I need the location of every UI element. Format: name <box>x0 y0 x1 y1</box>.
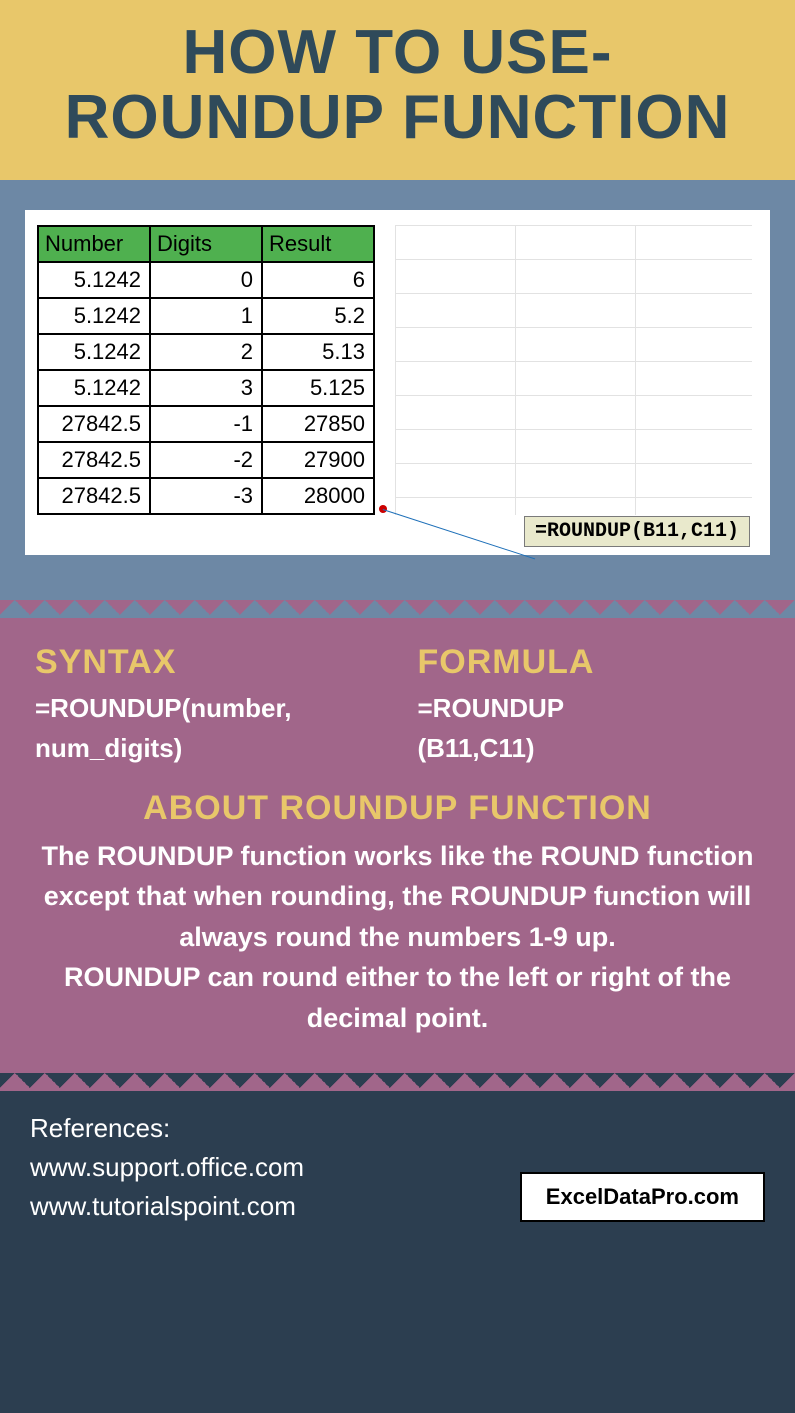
table-row: 5.124225.13 <box>38 334 374 370</box>
title-line-2: ROUNDUP FUNCTION <box>65 83 731 152</box>
cell: 5.1242 <box>38 370 150 406</box>
cell: 5.13 <box>262 334 374 370</box>
zigzag-divider <box>0 1073 795 1091</box>
about-label: ABOUT ROUNDUP FUNCTION <box>35 789 760 828</box>
formula-block: FORMULA =ROUNDUP (B11,C11) <box>418 643 761 769</box>
cell: 27900 <box>262 442 374 478</box>
reference-link: www.tutorialspoint.com <box>30 1187 304 1226</box>
syntax-label: SYNTAX <box>35 643 378 682</box>
cell: -2 <box>150 442 262 478</box>
cell: 27850 <box>262 406 374 442</box>
spreadsheet-screenshot: Number Digits Result 5.124206 5.124215.2… <box>25 210 770 555</box>
cell: 5.1242 <box>38 298 150 334</box>
table-row: 27842.5-127850 <box>38 406 374 442</box>
brand-badge: ExcelDataPro.com <box>520 1172 765 1222</box>
references-label: References: <box>30 1109 304 1148</box>
cell: 2 <box>150 334 262 370</box>
table-row: 5.124215.2 <box>38 298 374 334</box>
page-title: HOW TO USE- ROUNDUP FUNCTION <box>30 20 765 150</box>
cell: 27842.5 <box>38 442 150 478</box>
description-section: SYNTAX =ROUNDUP(number, num_digits) FORM… <box>0 618 795 1073</box>
syntax-code: =ROUNDUP(number, num_digits) <box>35 688 378 769</box>
data-table: Number Digits Result 5.124206 5.124215.2… <box>37 225 375 515</box>
col-header: Result <box>262 226 374 262</box>
formula-tooltip: =ROUNDUP(B11,C11) <box>524 516 750 547</box>
cell: 3 <box>150 370 262 406</box>
example-section: Number Digits Result 5.124206 5.124215.2… <box>0 180 795 600</box>
cell: 28000 <box>262 478 374 514</box>
syntax-formula-row: SYNTAX =ROUNDUP(number, num_digits) FORM… <box>35 643 760 769</box>
cell: 5.1242 <box>38 262 150 298</box>
cell: 27842.5 <box>38 478 150 514</box>
cell: -3 <box>150 478 262 514</box>
about-paragraph-2: ROUNDUP can round either to the left or … <box>64 962 731 1033</box>
about-paragraph-1: The ROUNDUP function works like the ROUN… <box>41 841 753 952</box>
table-row: 5.124206 <box>38 262 374 298</box>
about-text: The ROUNDUP function works like the ROUN… <box>35 836 760 1039</box>
footer-section: References: www.support.office.com www.t… <box>0 1091 795 1254</box>
references-block: References: www.support.office.com www.t… <box>30 1109 304 1226</box>
zigzag-divider <box>0 600 795 618</box>
formula-label: FORMULA <box>418 643 761 682</box>
cell: 5.1242 <box>38 334 150 370</box>
reference-link: www.support.office.com <box>30 1148 304 1187</box>
cell: 6 <box>262 262 374 298</box>
cell: 5.2 <box>262 298 374 334</box>
cell: -1 <box>150 406 262 442</box>
header-section: HOW TO USE- ROUNDUP FUNCTION <box>0 0 795 180</box>
cell: 5.125 <box>262 370 374 406</box>
cell: 27842.5 <box>38 406 150 442</box>
empty-grid <box>395 225 752 515</box>
title-line-1: HOW TO USE- <box>182 18 612 87</box>
table-header-row: Number Digits Result <box>38 226 374 262</box>
table-row: 5.124235.125 <box>38 370 374 406</box>
table-row: 27842.5-227900 <box>38 442 374 478</box>
cell: 0 <box>150 262 262 298</box>
infographic: HOW TO USE- ROUNDUP FUNCTION Number Digi… <box>0 0 795 1254</box>
col-header: Number <box>38 226 150 262</box>
syntax-block: SYNTAX =ROUNDUP(number, num_digits) <box>35 643 378 769</box>
col-header: Digits <box>150 226 262 262</box>
formula-code: =ROUNDUP (B11,C11) <box>418 688 761 769</box>
table-row: 27842.5-328000 <box>38 478 374 514</box>
cell: 1 <box>150 298 262 334</box>
